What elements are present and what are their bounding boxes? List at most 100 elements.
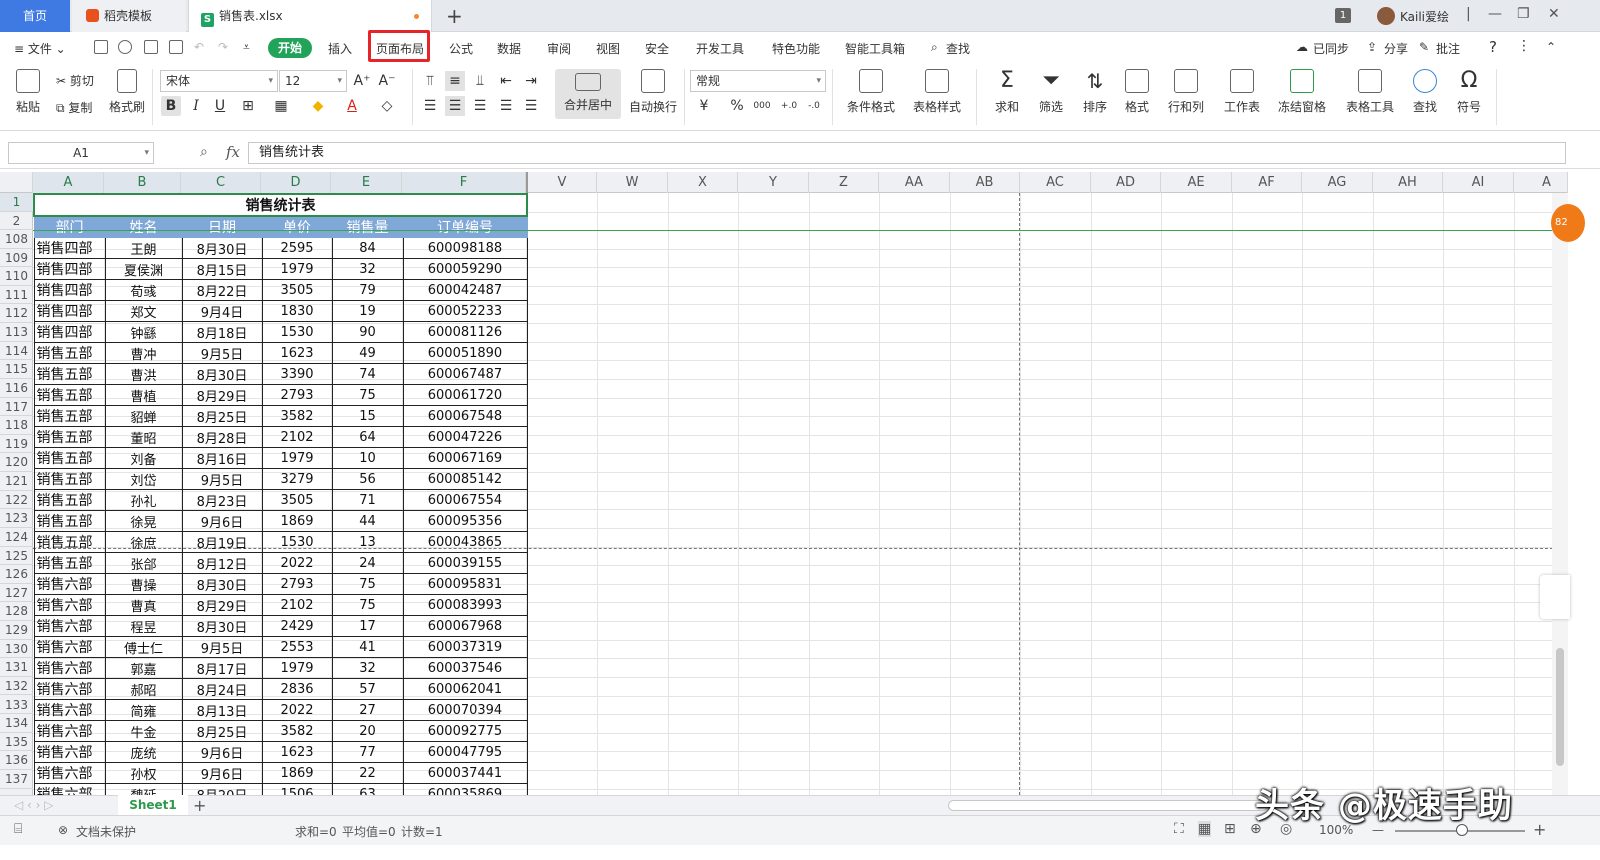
col-header-E[interactable]: E <box>331 172 402 193</box>
table-tools-button[interactable]: 表格工具 <box>1342 69 1398 115</box>
new-tab-button[interactable]: + <box>446 5 463 27</box>
menu-insert[interactable]: 插入 <box>328 40 352 57</box>
table-cell[interactable]: 销售五部 <box>33 405 106 427</box>
share-button[interactable]: 分享 <box>1384 40 1408 57</box>
print-icon[interactable] <box>144 40 158 54</box>
table-cell[interactable]: 3279 <box>261 468 333 490</box>
table-cell[interactable]: 简雍 <box>104 699 183 721</box>
menu-data[interactable]: 数据 <box>497 40 521 57</box>
col-header-AA[interactable]: AA <box>879 172 950 193</box>
table-cell[interactable]: 钟繇 <box>104 321 183 343</box>
table-cell[interactable]: 刘岱 <box>104 468 183 490</box>
table-cell[interactable]: 9月5日 <box>181 342 263 364</box>
menu-view[interactable]: 视图 <box>596 40 620 57</box>
table-cell[interactable]: 44 <box>331 510 404 532</box>
table-cell[interactable]: 8月24日 <box>181 678 263 700</box>
col-header-AJ[interactable]: A <box>1514 172 1568 193</box>
row-header[interactable]: 129 <box>0 621 33 640</box>
table-cell[interactable]: 张郃 <box>104 552 183 574</box>
table-cell[interactable]: 2793 <box>261 573 333 595</box>
merge-center-button[interactable]: 合并居中 <box>555 69 621 119</box>
row-header[interactable]: 113 <box>0 323 33 342</box>
worksheet-button[interactable]: 工作表 <box>1220 69 1264 115</box>
shrink-font-button[interactable]: A⁻ <box>377 71 397 91</box>
row-header[interactable]: 114 <box>0 342 33 361</box>
row-header[interactable]: 117 <box>0 398 33 417</box>
format-painter-button[interactable]: 格式刷 <box>108 69 146 115</box>
italic-button[interactable]: I <box>186 96 206 116</box>
table-cell[interactable]: 71 <box>331 489 404 511</box>
table-cell[interactable]: 600092775 <box>402 720 528 742</box>
table-cell[interactable]: 41 <box>331 636 404 658</box>
col-header-F[interactable]: F <box>402 172 526 193</box>
table-cell[interactable]: 程昱 <box>104 615 183 637</box>
col-header-AI[interactable]: AI <box>1443 172 1514 193</box>
table-cell[interactable]: 2793 <box>261 384 333 406</box>
table-cell[interactable]: 曹植 <box>104 384 183 406</box>
table-cell[interactable]: 600067169 <box>402 447 528 469</box>
table-cell[interactable]: 8月20日 <box>181 783 263 795</box>
row-header[interactable]: 131 <box>0 658 33 677</box>
table-cell[interactable]: 销售五部 <box>33 468 106 490</box>
table-cell[interactable]: 销售六部 <box>33 678 106 700</box>
sheet-title-cell[interactable]: 销售统计表 <box>33 193 528 217</box>
table-cell[interactable]: 销售六部 <box>33 615 106 637</box>
table-cell[interactable]: 销售五部 <box>33 531 106 553</box>
row-header[interactable]: 137 <box>0 770 33 789</box>
row-header[interactable]: 126 <box>0 565 33 584</box>
col-header-AD[interactable]: AD <box>1091 172 1161 193</box>
menu-security[interactable]: 安全 <box>645 40 669 57</box>
row-header[interactable]: 136 <box>0 751 33 770</box>
menu-search[interactable]: 查找 <box>946 40 970 57</box>
table-cell[interactable]: 销售六部 <box>33 762 106 784</box>
row-header[interactable]: 125 <box>0 547 33 566</box>
table-cell[interactable]: 600059290 <box>402 258 528 280</box>
file-menu[interactable]: ≡ 文件 ⌄ <box>14 40 66 57</box>
table-cell[interactable]: 销售五部 <box>33 552 106 574</box>
bold-button[interactable]: B <box>161 96 181 116</box>
row-header[interactable]: 127 <box>0 584 33 603</box>
col-header-Z[interactable]: Z <box>809 172 879 193</box>
currency-button[interactable]: ¥ <box>694 96 714 116</box>
table-cell[interactable]: 8月29日 <box>181 594 263 616</box>
close-button[interactable]: ✕ <box>1548 6 1560 22</box>
table-cell[interactable]: 8月30日 <box>181 573 263 595</box>
table-cell[interactable]: 刘备 <box>104 447 183 469</box>
table-cell[interactable]: 8月12日 <box>181 552 263 574</box>
row-header[interactable]: 130 <box>0 640 33 659</box>
menu-developer[interactable]: 开发工具 <box>696 40 744 57</box>
table-cell[interactable]: 600095831 <box>402 573 528 595</box>
table-cell[interactable]: 孙礼 <box>104 489 183 511</box>
table-cell[interactable]: 9月5日 <box>181 468 263 490</box>
conditional-format-button[interactable]: 条件格式 <box>842 69 900 115</box>
protect-status[interactable]: 文档未保护 <box>76 823 136 840</box>
table-cell[interactable]: 销售五部 <box>33 384 106 406</box>
minimize-button[interactable]: — <box>1488 6 1502 22</box>
table-cell[interactable]: 1530 <box>261 321 333 343</box>
table-cell[interactable]: 9月6日 <box>181 762 263 784</box>
table-cell[interactable]: 貂蝉 <box>104 405 183 427</box>
align-center-icon[interactable]: ☰ <box>445 96 465 116</box>
table-cell[interactable]: 销售五部 <box>33 489 106 511</box>
table-cell[interactable]: 90 <box>331 321 404 343</box>
row-header[interactable]: 112 <box>0 304 33 324</box>
table-cell[interactable]: 2022 <box>261 552 333 574</box>
table-cell[interactable]: 3582 <box>261 720 333 742</box>
table-cell[interactable]: 8月19日 <box>181 531 263 553</box>
menu-features[interactable]: 特色功能 <box>772 40 820 57</box>
sheet-tab-sheet1[interactable]: Sheet1 <box>118 795 188 815</box>
save-icon[interactable] <box>94 40 108 54</box>
table-cell[interactable]: 8月25日 <box>181 720 263 742</box>
header-cell-dept[interactable]: 部门 <box>33 215 106 238</box>
menu-review[interactable]: 审阅 <box>547 40 571 57</box>
row-header[interactable]: 132 <box>0 677 33 696</box>
row-header[interactable]: 121 <box>0 472 33 491</box>
table-cell[interactable]: 8月30日 <box>181 615 263 637</box>
table-cell[interactable]: 57 <box>331 678 404 700</box>
row-header[interactable]: 109 <box>0 249 33 268</box>
table-cell[interactable]: 600067968 <box>402 615 528 637</box>
table-cell[interactable]: 1506 <box>261 783 333 795</box>
collapse-ribbon-button[interactable]: ⌃ <box>1546 40 1556 54</box>
table-cell[interactable]: 庞统 <box>104 741 183 763</box>
indent-decrease-icon[interactable]: ⇤ <box>496 71 516 91</box>
